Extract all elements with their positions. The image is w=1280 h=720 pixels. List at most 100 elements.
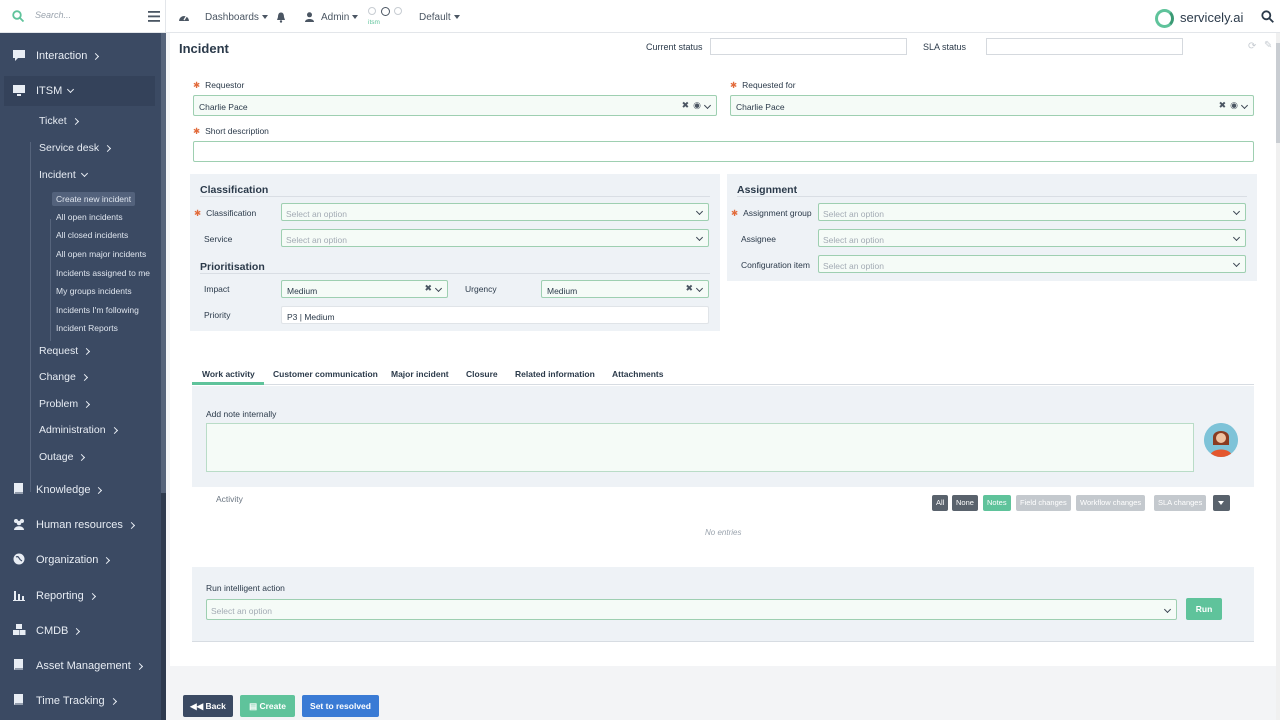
tab-related-information[interactable]: Related information <box>515 369 595 379</box>
itsm-switcher[interactable]: itsm <box>368 7 406 29</box>
bar-chart-icon <box>13 591 25 601</box>
sidebar-item-my-groups-incidents[interactable]: My groups incidents <box>56 286 132 296</box>
note-textarea[interactable] <box>206 423 1194 472</box>
wrench-icon[interactable]: ✎ <box>1264 40 1272 51</box>
default-menu[interactable]: Default <box>419 12 460 23</box>
dashboards-menu[interactable]: Dashboards <box>205 12 268 23</box>
bell-icon[interactable] <box>276 12 286 23</box>
chevron-down-icon[interactable] <box>1240 101 1249 110</box>
chevron-down-icon[interactable] <box>1232 233 1241 242</box>
filter-notes-button[interactable]: Notes <box>983 495 1011 511</box>
filter-all-button[interactable]: All <box>932 495 949 511</box>
sidebar-item-problem[interactable]: Problem <box>39 398 91 410</box>
sidebar-item-organization[interactable]: Organization <box>0 545 160 575</box>
tab-attachments[interactable]: Attachments <box>612 369 663 379</box>
classification-placeholder: Select an option <box>286 209 347 219</box>
sidebar-scrollbar[interactable] <box>161 33 166 720</box>
global-search[interactable]: Search... <box>0 0 166 33</box>
chevron-down-icon[interactable] <box>695 207 704 216</box>
intelligent-action-select[interactable]: Select an option <box>206 599 1177 620</box>
sidebar-item-request[interactable]: Request <box>39 345 91 357</box>
sidebar-item-ticket[interactable]: Ticket <box>39 115 79 127</box>
sidebar-item-create-new-incident[interactable]: Create new incident <box>52 192 136 206</box>
tabs-divider <box>192 384 1254 385</box>
sidebar-item-incident-reports[interactable]: Incident Reports <box>56 323 118 333</box>
create-button[interactable]: ▤ Create <box>240 695 295 717</box>
chevron-down-icon[interactable] <box>695 233 704 242</box>
tab-major-incident[interactable]: Major incident <box>391 369 449 379</box>
admin-menu[interactable]: Admin <box>321 12 359 23</box>
chevron-down-icon[interactable] <box>703 101 712 110</box>
search-icon[interactable] <box>1261 10 1274 23</box>
configuration-item-select[interactable]: Select an option <box>818 255 1246 273</box>
sidebar-item-all-open-incidents[interactable]: All open incidents <box>56 212 123 222</box>
menu-icon[interactable] <box>148 11 160 22</box>
sidebar-item-all-closed-incidents[interactable]: All closed incidents <box>56 230 128 240</box>
requestor-select[interactable]: Charlie Pace ✖◉ <box>193 95 717 116</box>
service-select[interactable]: Select an option <box>281 229 709 247</box>
divider <box>192 641 1254 642</box>
sidebar-item-knowledge[interactable]: Knowledge <box>0 475 160 505</box>
assignment-group-select[interactable]: Select an option <box>818 203 1246 221</box>
main-scroll-thumb[interactable] <box>1276 43 1280 143</box>
sidebar-item-interaction[interactable]: Interaction <box>0 41 160 71</box>
dashboards-label: Dashboards <box>205 12 259 23</box>
requested-for-select[interactable]: Charlie Pace ✖◉ <box>730 95 1254 116</box>
clear-icon[interactable]: ✖ <box>1219 100 1231 110</box>
user-icon <box>305 12 314 22</box>
classification-select[interactable]: Select an option <box>281 203 709 221</box>
filter-workflow-changes-button[interactable]: Workflow changes <box>1076 495 1146 511</box>
chevron-down-icon[interactable] <box>1232 207 1241 216</box>
filter-sla-changes-button[interactable]: SLA changes <box>1154 495 1207 511</box>
sidebar-item-change[interactable]: Change <box>39 371 88 383</box>
sla-status-label: SLA status <box>923 42 967 52</box>
requestor-label: ✱ Requestor <box>193 80 245 90</box>
sidebar-item-time-tracking[interactable]: Time Tracking <box>0 686 160 716</box>
run-button[interactable]: Run <box>1186 598 1222 620</box>
back-button[interactable]: ◀◀ Back <box>183 695 233 717</box>
dashboard-icon[interactable] <box>178 12 190 22</box>
sidebar-item-outage[interactable]: Outage <box>39 451 86 463</box>
sidebar-item-incident[interactable]: Incident <box>39 169 88 181</box>
sidebar-item-asset-management[interactable]: Asset Management <box>0 651 160 681</box>
filter-dropdown-button[interactable] <box>1213 495 1230 511</box>
urgency-select[interactable]: Medium ✖ <box>541 280 709 298</box>
filter-none-button[interactable]: None <box>952 495 978 511</box>
short-description-input[interactable] <box>193 141 1254 162</box>
search-input[interactable]: Search... <box>35 10 71 20</box>
sidebar-item-itsm[interactable]: ITSM <box>4 76 155 106</box>
filter-field-changes-button[interactable]: Field changes <box>1016 495 1071 511</box>
sidebar-item-administration[interactable]: Administration <box>39 424 118 436</box>
sidebar-item-all-open-major-incidents[interactable]: All open major incidents <box>56 249 146 259</box>
caret-down-icon <box>1218 501 1224 505</box>
users-icon <box>14 519 24 530</box>
sidebar-item-human-resources[interactable]: Human resources <box>0 510 160 540</box>
top-bar: Search... Dashboards Admin itsm Default … <box>0 0 1280 33</box>
sidebar-item-label: CMDB <box>36 625 69 637</box>
set-to-resolved-button[interactable]: Set to resolved <box>302 695 379 717</box>
clear-icon[interactable]: ✖ <box>682 100 694 110</box>
sidebar-item-incidents-following[interactable]: Incidents I'm following <box>56 305 139 315</box>
requestor-value: Charlie Pace <box>199 102 248 112</box>
impact-select[interactable]: Medium ✖ <box>281 280 448 298</box>
sidebar-scroll-thumb[interactable] <box>161 33 166 493</box>
tab-work-activity[interactable]: Work activity <box>202 369 255 379</box>
avatar <box>1204 423 1238 457</box>
tab-customer-communication[interactable]: Customer communication <box>273 369 378 379</box>
main-scrollbar[interactable] <box>1276 33 1280 720</box>
assignee-select[interactable]: Select an option <box>818 229 1246 247</box>
chevron-down-icon[interactable] <box>695 284 704 293</box>
assignment-title: Assignment <box>737 184 798 196</box>
sidebar-item-label: Change <box>39 371 76 383</box>
intelligent-action-placeholder: Select an option <box>211 606 272 616</box>
current-status-label: Current status <box>646 42 703 52</box>
sidebar-item-reporting[interactable]: Reporting <box>0 581 160 611</box>
chevron-down-icon[interactable] <box>1163 605 1172 614</box>
sidebar-item-service-desk[interactable]: Service desk <box>39 142 112 154</box>
tab-closure[interactable]: Closure <box>466 369 498 379</box>
sidebar-item-cmdb[interactable]: CMDB <box>0 616 160 646</box>
refresh-icon[interactable]: ⟳ <box>1248 41 1256 52</box>
chevron-down-icon[interactable] <box>1232 259 1241 268</box>
chevron-down-icon[interactable] <box>434 284 443 293</box>
sidebar-item-incidents-assigned-to-me[interactable]: Incidents assigned to me <box>56 268 150 278</box>
